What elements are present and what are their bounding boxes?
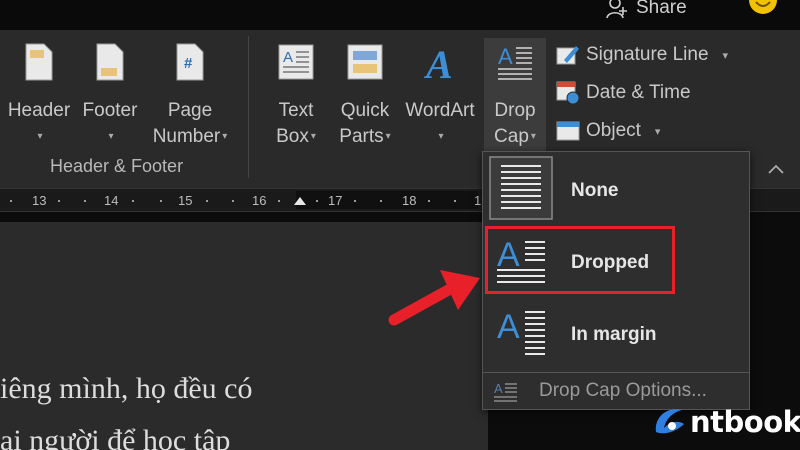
- brand-name: ntbook: [690, 405, 800, 439]
- title-bar: Share: [0, 0, 800, 30]
- drop-cap-none-option[interactable]: None: [483, 154, 749, 226]
- wordart-button[interactable]: A WordArt ▾: [400, 42, 480, 150]
- smiley-feedback-icon[interactable]: [748, 0, 778, 16]
- drop-cap-options-label: Drop Cap Options...: [539, 380, 707, 401]
- drop-cap-label-2: Cap ▾: [494, 126, 536, 148]
- ruler-tick: [428, 200, 430, 202]
- none-layout-icon: [489, 156, 553, 220]
- ruler-tick: [232, 200, 234, 202]
- drop-cap-button[interactable]: A Drop Cap ▾: [484, 38, 546, 162]
- object-button[interactable]: Object ▾: [556, 118, 660, 144]
- brand-logo: ntbook: [652, 402, 800, 442]
- ruler-tick: [454, 200, 456, 202]
- ruler-number: 14: [104, 193, 119, 208]
- svg-text:A: A: [498, 44, 513, 69]
- header-page-icon: [25, 43, 53, 81]
- date-time-label: Date & Time: [586, 82, 691, 103]
- page-number-button[interactable]: # Page Number ▾: [144, 42, 236, 150]
- svg-text:A: A: [283, 49, 293, 66]
- share-person-icon: [606, 0, 627, 19]
- wordart-icon: A: [423, 42, 453, 82]
- drop-cap-label-1: Drop: [494, 100, 536, 121]
- header-label: Header: [7, 100, 71, 121]
- quick-parts-button[interactable]: Quick Parts ▾: [334, 42, 396, 150]
- menu-divider: [483, 372, 749, 373]
- date-time-button[interactable]: Date & Time: [556, 80, 691, 106]
- document-text-line[interactable]: iêng mình, họ đều có: [0, 372, 252, 406]
- text-box-label-2: Box ▾: [276, 126, 316, 148]
- dropped-highlight-box: [485, 226, 675, 294]
- quick-parts-label-2: Parts ▾: [339, 126, 391, 148]
- header-button[interactable]: Header ▾: [6, 42, 72, 150]
- ruler-tick: [278, 200, 280, 202]
- footer-page-icon: [96, 43, 124, 81]
- drop-cap-options-icon: A: [494, 381, 517, 402]
- ruler-number: 18: [402, 193, 417, 208]
- footer-label: Footer: [82, 100, 138, 121]
- in-margin-label: In margin: [571, 324, 657, 345]
- ruler-tick: [132, 200, 134, 202]
- document-text-line[interactable]: ai người để học tập: [0, 424, 230, 450]
- ruler-tick: [206, 200, 208, 202]
- svg-text:A: A: [497, 308, 520, 346]
- ruler-number: 13: [32, 193, 47, 208]
- footer-button[interactable]: Footer ▾: [78, 42, 142, 150]
- svg-text:#: #: [184, 55, 193, 72]
- svg-text:A: A: [423, 42, 453, 82]
- text-box-icon: A: [278, 44, 314, 80]
- signature-pen-icon: [556, 46, 579, 65]
- chevron-down-icon: ▾: [37, 131, 43, 142]
- page-number-label-1: Page: [167, 100, 213, 121]
- none-label: None: [571, 180, 619, 201]
- share-button[interactable]: Share: [606, 0, 687, 19]
- ruler-tick: [316, 200, 318, 202]
- ruler-tick: [10, 200, 12, 202]
- brand-mark-icon: [655, 409, 684, 434]
- document-page[interactable]: iêng mình, họ đều có ai người để học tập: [0, 222, 488, 450]
- drop-cap-in-margin-option[interactable]: A In margin: [483, 298, 749, 370]
- drop-cap-icon: A: [498, 44, 532, 80]
- ruler-tick: [160, 200, 162, 202]
- text-box-label-1: Text: [278, 100, 314, 121]
- ruler-number: 17: [328, 193, 343, 208]
- signature-line-label: Signature Line: [586, 44, 709, 65]
- object-label: Object: [586, 120, 641, 141]
- ruler-tick: [58, 200, 60, 202]
- chevron-down-icon: ▾: [310, 131, 316, 142]
- chevron-down-icon: ▾: [222, 131, 228, 142]
- ruler-text-area: [296, 191, 478, 209]
- chevron-down-icon: ▾: [108, 131, 114, 142]
- chevron-down-icon: ▾: [438, 131, 444, 142]
- share-label: Share: [636, 0, 687, 18]
- chevron-down-icon: ▾: [722, 49, 729, 62]
- red-arrow-icon: [388, 270, 480, 326]
- in-margin-layout-icon: A: [497, 308, 545, 355]
- header-footer-group-label: Header & Footer: [50, 156, 184, 176]
- chevron-down-icon: ▾: [654, 125, 661, 138]
- indent-marker[interactable]: [294, 197, 306, 205]
- collapse-ribbon-icon[interactable]: [766, 162, 786, 176]
- page-number-icon: #: [176, 43, 204, 81]
- page-number-label-2: Number ▾: [152, 126, 228, 148]
- object-window-icon: [556, 121, 580, 141]
- signature-line-button[interactable]: Signature Line ▾: [556, 42, 728, 68]
- calendar-clock-icon: [556, 81, 580, 105]
- quick-parts-label-1: Quick: [340, 100, 390, 121]
- wordart-label: WordArt: [405, 100, 475, 121]
- ruler-number: 15: [178, 193, 193, 208]
- chevron-down-icon: ▾: [530, 131, 536, 142]
- quick-parts-icon: [347, 44, 383, 80]
- ruler-tick: [354, 200, 356, 202]
- ruler-tick: [380, 200, 382, 202]
- svg-text:A: A: [494, 381, 503, 396]
- text-box-button[interactable]: A Text Box ▾: [266, 42, 326, 150]
- group-divider: [248, 36, 249, 178]
- chevron-down-icon: ▾: [385, 131, 391, 142]
- ruler-number: 16: [252, 193, 267, 208]
- ruler-tick: [84, 200, 86, 202]
